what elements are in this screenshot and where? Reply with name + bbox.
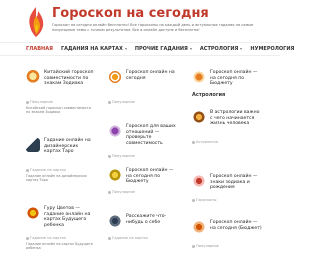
- folder-icon: [26, 100, 29, 104]
- post-thumbnail[interactable]: [192, 220, 206, 234]
- category-label[interactable]: Астрология: [192, 92, 225, 98]
- post-meta: Популярное: [108, 190, 135, 194]
- post-title[interactable]: Гороскоп онлайн — на сегодня (Бюджет): [210, 220, 262, 231]
- post-meta: Популярное: [192, 244, 219, 248]
- post-title[interactable]: Расскажите что-нибудь о себе: [126, 214, 178, 225]
- nav-item-astrology[interactable]: АСТРОЛОГИЯ: [200, 46, 243, 52]
- post-meta: Популярное: [108, 154, 135, 158]
- post-title[interactable]: Гороскоп для ваших отношений — проверьте…: [126, 124, 178, 146]
- site-header: Гороскоп на сегодня Гороскоп на сегодня …: [0, 0, 280, 42]
- site-description: Гороскоп на сегодня онлайн бесплатно! Вс…: [52, 23, 254, 32]
- post-meta: Популярное: [108, 100, 135, 104]
- main-content: Китайский гороскоп совместимости по знак…: [0, 56, 280, 280]
- post-excerpt: Гадание онлайн на картах Будущего ребенк…: [26, 242, 93, 251]
- post-thumbnail[interactable]: [26, 138, 40, 152]
- nav-item-other-fortune[interactable]: ПРОЧИЕ ГАДАНИЯ: [135, 46, 192, 52]
- folder-icon: [108, 154, 111, 158]
- folder-icon: [108, 190, 111, 194]
- post-thumbnail[interactable]: [192, 110, 206, 124]
- nav-item-card-fortune[interactable]: ГАДАНИЯ НА КАРТАХ: [61, 46, 127, 52]
- post-title[interactable]: Гадание онлайн на дизайнерских картах Та…: [44, 138, 96, 155]
- folder-icon: [108, 236, 111, 240]
- post-meta: Гороскопы: [192, 198, 216, 202]
- post-excerpt: Китайский гороскоп совместимости по знак…: [26, 106, 91, 115]
- main-navigation: ГЛАВНАЯ ГАДАНИЯ НА КАРТАХ ПРОЧИЕ ГАДАНИЯ…: [0, 42, 294, 56]
- chevron-down-icon: [124, 47, 127, 50]
- folder-icon: [26, 236, 29, 240]
- folder-icon: [192, 140, 195, 144]
- folder-icon: [192, 198, 195, 202]
- post-meta: Астрология: [192, 140, 218, 144]
- post-thumbnail[interactable]: [192, 174, 206, 188]
- post-meta: Гадание на картах: [108, 236, 148, 240]
- post-title[interactable]: В астрологии важно с чего начинается жиз…: [210, 110, 262, 127]
- nav-item-numerology[interactable]: НУМЕРОЛОГИЯ: [250, 46, 294, 52]
- post-thumbnail[interactable]: [108, 214, 122, 228]
- post-title[interactable]: Китайский гороскоп совместимости по знак…: [44, 70, 96, 87]
- flame-logo-icon[interactable]: [26, 6, 46, 38]
- post-meta: Гадание на картах: [26, 168, 66, 172]
- post-title[interactable]: Гороскоп онлайн — на сегодня по Бюджету: [210, 70, 262, 87]
- post-thumbnail[interactable]: [26, 70, 40, 84]
- folder-icon: [192, 244, 195, 248]
- post-thumbnail[interactable]: [192, 70, 206, 84]
- post-title[interactable]: Гороскоп онлайн на сегодня: [126, 70, 178, 81]
- post-title[interactable]: Гуру Цветов — гадание онлайн на картах Б…: [44, 206, 96, 228]
- chevron-down-icon: [240, 47, 243, 50]
- post-meta: Гадание на картах: [26, 236, 66, 240]
- post-thumbnail[interactable]: [108, 70, 122, 84]
- post-thumbnail[interactable]: [108, 168, 122, 182]
- folder-icon: [26, 168, 29, 172]
- post-title[interactable]: Гороскоп онлайн — на сегодня по Бюджету: [126, 168, 178, 185]
- post-title[interactable]: Гороскоп онлайн — знаки зодиака и рожден…: [210, 174, 262, 191]
- chevron-down-icon: [189, 47, 192, 50]
- post-excerpt: Гадание онлайн на дизайнерских картах Та…: [26, 174, 87, 183]
- post-thumbnail[interactable]: [26, 206, 40, 220]
- site-title[interactable]: Гороскоп на сегодня: [52, 6, 209, 21]
- post-thumbnail[interactable]: [108, 124, 122, 138]
- folder-icon: [108, 100, 111, 104]
- nav-item-home[interactable]: ГЛАВНАЯ: [26, 46, 53, 52]
- post-meta: Популярное: [26, 100, 53, 104]
